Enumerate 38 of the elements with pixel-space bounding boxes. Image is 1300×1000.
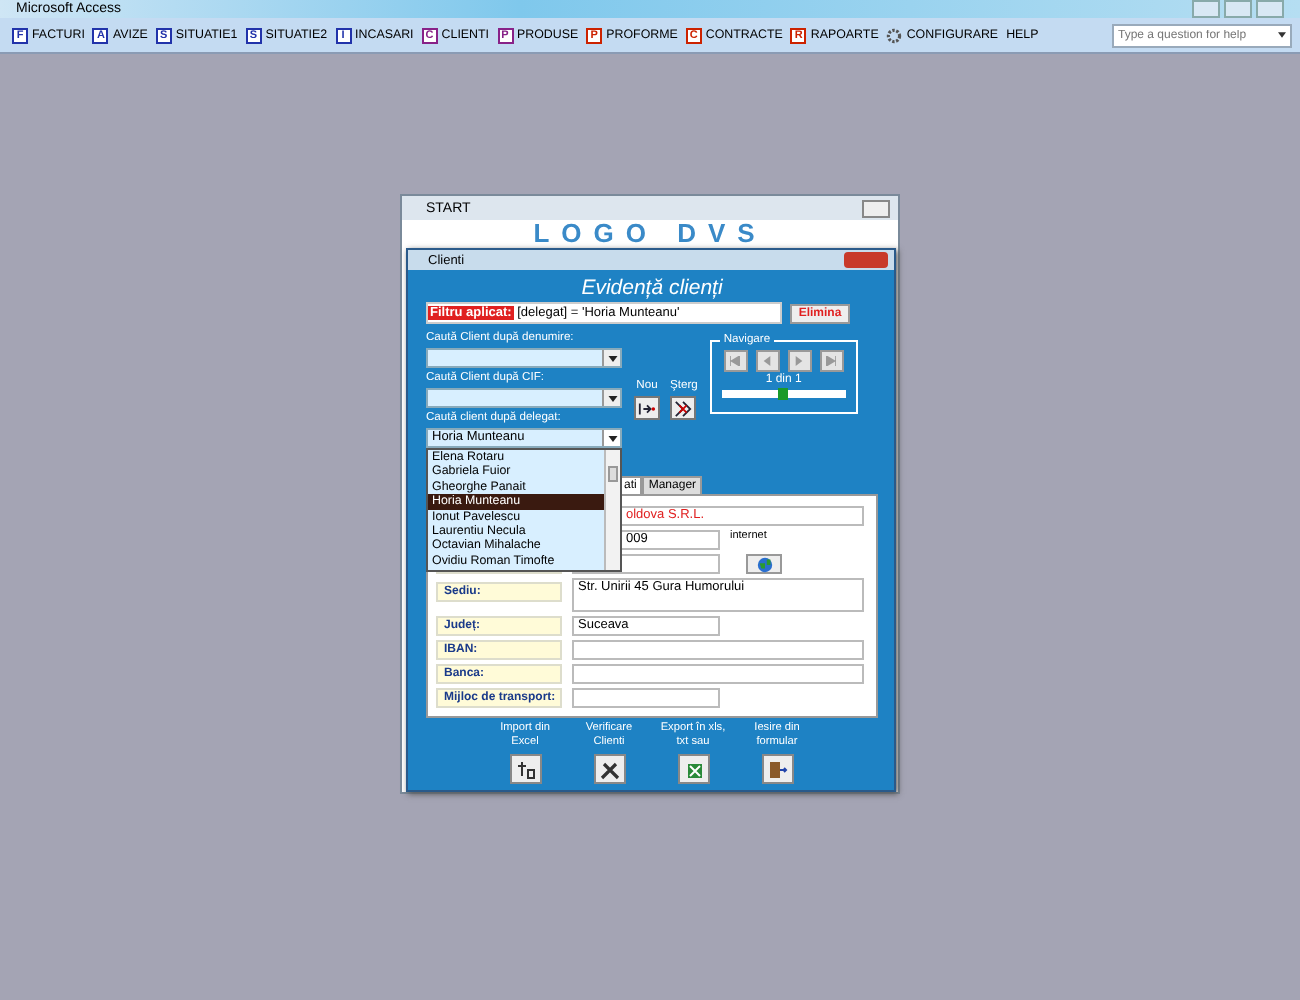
close-button[interactable] [862,199,890,217]
import-button[interactable] [509,754,541,784]
arrow-bar-icon [638,399,656,417]
logo-text: LOGO DVS [531,220,769,248]
first-icon [730,356,741,366]
import-icon [515,759,535,779]
first-record-button[interactable] [723,350,748,372]
form-heading: Evidență clienți [579,276,725,300]
tools-icon [599,759,619,779]
record-slider[interactable] [721,390,846,398]
exit-button[interactable] [761,754,793,784]
caret-icon [1278,32,1286,38]
search-combo[interactable] [426,388,622,408]
scrollbar[interactable] [604,450,620,570]
last-icon [826,356,837,366]
search-combo[interactable] [426,348,622,368]
caret-icon [607,435,617,441]
export-button[interactable] [677,754,709,784]
previous-icon [762,356,773,366]
globe-icon [755,555,773,573]
delete-record-button[interactable] [670,396,697,420]
delete-icon [674,399,693,417]
caret-icon [607,355,617,361]
spreadsheet-icon [683,759,703,779]
restore-button[interactable] [1224,0,1252,18]
next-record-button[interactable] [787,350,812,372]
tools-button[interactable] [593,754,625,784]
next-icon [794,356,805,366]
new-record-button[interactable] [634,396,660,420]
previous-record-button[interactable] [755,350,780,372]
web-button[interactable] [746,554,782,574]
last-record-button[interactable] [819,350,844,372]
gear-icon [886,27,903,43]
caret-icon [607,395,617,401]
close-button[interactable] [1256,0,1284,18]
exit-door-icon [767,759,787,779]
slider-thumb[interactable] [777,388,788,400]
minimize-button[interactable] [1192,0,1220,18]
